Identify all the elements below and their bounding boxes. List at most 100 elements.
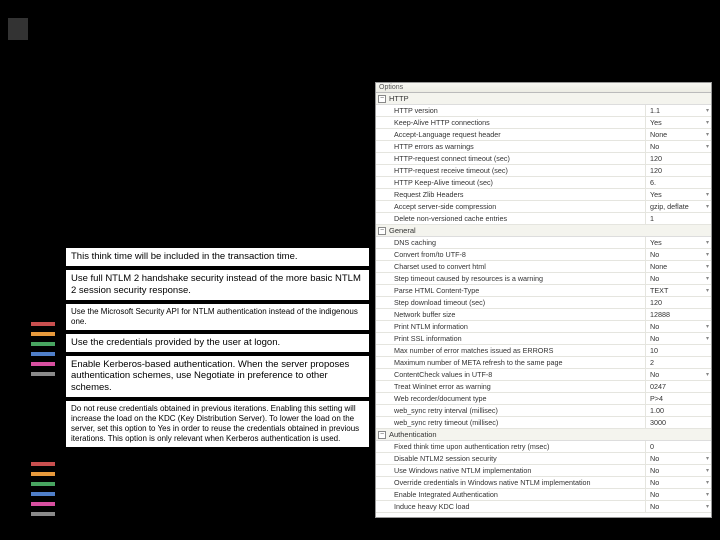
setting-row[interactable]: web_sync retry interval (millisec)1.00: [376, 405, 711, 417]
setting-value[interactable]: No▾: [645, 369, 711, 380]
chevron-down-icon[interactable]: ▾: [706, 119, 709, 126]
group-header-http[interactable]: −HTTP: [376, 93, 711, 105]
setting-value[interactable]: Yes▾: [645, 117, 711, 128]
chevron-down-icon[interactable]: ▾: [706, 467, 709, 474]
setting-value[interactable]: gzip, deflate▾: [645, 201, 711, 212]
setting-value[interactable]: 120: [645, 297, 711, 308]
setting-value[interactable]: 2: [645, 357, 711, 368]
slide-marker: [8, 18, 28, 40]
setting-row[interactable]: Delete non-versioned cache entries1: [376, 213, 711, 225]
setting-row[interactable]: Max number of error matches issued as ER…: [376, 345, 711, 357]
setting-value[interactable]: 1: [645, 213, 711, 224]
chevron-down-icon[interactable]: ▾: [706, 491, 709, 498]
annotation-item: Use the credentials provided by the user…: [65, 333, 370, 353]
setting-row[interactable]: Request Zlib HeadersYes▾: [376, 189, 711, 201]
setting-key: Print NTLM information: [376, 322, 645, 331]
setting-row[interactable]: Network buffer size12888: [376, 309, 711, 321]
setting-row[interactable]: Print SSL informationNo▾: [376, 333, 711, 345]
chevron-down-icon[interactable]: ▾: [706, 263, 709, 270]
chevron-down-icon[interactable]: ▾: [706, 251, 709, 258]
setting-value[interactable]: 0: [645, 441, 711, 452]
setting-value[interactable]: 120: [645, 165, 711, 176]
setting-value[interactable]: 1.1▾: [645, 105, 711, 116]
chevron-down-icon[interactable]: ▾: [706, 323, 709, 330]
chevron-down-icon[interactable]: ▾: [706, 239, 709, 246]
setting-row[interactable]: DNS cachingYes▾: [376, 237, 711, 249]
annotation-item: Use the Microsoft Security API for NTLM …: [65, 303, 370, 331]
setting-value[interactable]: 12888: [645, 309, 711, 320]
chevron-down-icon[interactable]: ▾: [706, 287, 709, 294]
setting-value[interactable]: No▾: [645, 489, 711, 500]
setting-value[interactable]: No▾: [645, 321, 711, 332]
setting-value[interactable]: 3000: [645, 417, 711, 428]
chevron-down-icon[interactable]: ▾: [706, 203, 709, 210]
setting-row[interactable]: Induce heavy KDC loadNo▾: [376, 501, 711, 513]
setting-row[interactable]: Web recorder/document typeP>4: [376, 393, 711, 405]
setting-row[interactable]: Accept server-side compressiongzip, defl…: [376, 201, 711, 213]
setting-value[interactable]: 10: [645, 345, 711, 356]
setting-row[interactable]: Enable Integrated AuthenticationNo▾: [376, 489, 711, 501]
setting-row[interactable]: Maximum number of META refresh to the sa…: [376, 357, 711, 369]
group-header-general[interactable]: −General: [376, 225, 711, 237]
setting-key: Delete non-versioned cache entries: [376, 214, 645, 223]
setting-row[interactable]: Treat WinInet error as warning0247: [376, 381, 711, 393]
chevron-down-icon[interactable]: ▾: [706, 131, 709, 138]
chevron-down-icon[interactable]: ▾: [706, 455, 709, 462]
setting-row[interactable]: HTTP Keep-Alive timeout (sec)6.: [376, 177, 711, 189]
setting-row[interactable]: Convert from/to UTF-8No▾: [376, 249, 711, 261]
setting-value[interactable]: No▾: [645, 477, 711, 488]
setting-row[interactable]: Step download timeout (sec)120: [376, 297, 711, 309]
group-header-authentication[interactable]: −Authentication: [376, 429, 711, 441]
chevron-down-icon[interactable]: ▾: [706, 143, 709, 150]
setting-value[interactable]: No▾: [645, 465, 711, 476]
setting-value[interactable]: Yes▾: [645, 189, 711, 200]
setting-value[interactable]: 120: [645, 153, 711, 164]
setting-row[interactable]: Keep-Alive HTTP connectionsYes▾: [376, 117, 711, 129]
setting-value[interactable]: No▾: [645, 453, 711, 464]
chevron-down-icon[interactable]: ▾: [706, 371, 709, 378]
chevron-down-icon[interactable]: ▾: [706, 107, 709, 114]
setting-value[interactable]: No▾: [645, 333, 711, 344]
collapse-icon[interactable]: −: [378, 227, 386, 235]
setting-row[interactable]: Accept-Language request headerNone▾: [376, 129, 711, 141]
setting-row[interactable]: Disable NTLM2 session securityNo▾: [376, 453, 711, 465]
setting-row[interactable]: ContentCheck values in UTF-8No▾: [376, 369, 711, 381]
setting-value[interactable]: No▾: [645, 273, 711, 284]
chevron-down-icon[interactable]: ▾: [706, 503, 709, 510]
setting-value[interactable]: P>4: [645, 393, 711, 404]
chevron-down-icon[interactable]: ▾: [706, 335, 709, 342]
setting-value[interactable]: No▾: [645, 141, 711, 152]
setting-row[interactable]: web_sync retry timeout (millisec)3000: [376, 417, 711, 429]
setting-row[interactable]: Override credentials in Windows native N…: [376, 477, 711, 489]
setting-row[interactable]: Charset used to convert htmlNone▾: [376, 261, 711, 273]
setting-value[interactable]: None▾: [645, 129, 711, 140]
setting-key: web_sync retry interval (millisec): [376, 406, 645, 415]
setting-row[interactable]: HTTP version1.1▾: [376, 105, 711, 117]
setting-row[interactable]: HTTP errors as warningsNo▾: [376, 141, 711, 153]
collapse-icon[interactable]: −: [378, 95, 386, 103]
color-stripes-bottom: [31, 462, 55, 522]
setting-value[interactable]: No▾: [645, 501, 711, 512]
setting-value[interactable]: TEXT▾: [645, 285, 711, 296]
setting-key: Request Zlib Headers: [376, 190, 645, 199]
chevron-down-icon[interactable]: ▾: [706, 191, 709, 198]
chevron-down-icon[interactable]: ▾: [706, 479, 709, 486]
setting-row[interactable]: Print NTLM informationNo▾: [376, 321, 711, 333]
chevron-down-icon[interactable]: ▾: [706, 275, 709, 282]
setting-row[interactable]: Step timeout caused by resources is a wa…: [376, 273, 711, 285]
setting-value[interactable]: No▾: [645, 249, 711, 260]
setting-value[interactable]: 0247: [645, 381, 711, 392]
setting-row[interactable]: Parse HTML Content-TypeTEXT▾: [376, 285, 711, 297]
setting-value[interactable]: None▾: [645, 261, 711, 272]
setting-row[interactable]: Fixed think time upon authentication ret…: [376, 441, 711, 453]
collapse-icon[interactable]: −: [378, 431, 386, 439]
setting-row[interactable]: HTTP-request connect timeout (sec)120: [376, 153, 711, 165]
setting-key: HTTP errors as warnings: [376, 142, 645, 151]
setting-value[interactable]: 6.: [645, 177, 711, 188]
setting-value[interactable]: Yes▾: [645, 237, 711, 248]
setting-row[interactable]: HTTP-request receive timeout (sec)120: [376, 165, 711, 177]
setting-key: Web recorder/document type: [376, 394, 645, 403]
setting-value[interactable]: 1.00: [645, 405, 711, 416]
setting-key: Convert from/to UTF-8: [376, 250, 645, 259]
setting-row[interactable]: Use Windows native NTLM implementationNo…: [376, 465, 711, 477]
